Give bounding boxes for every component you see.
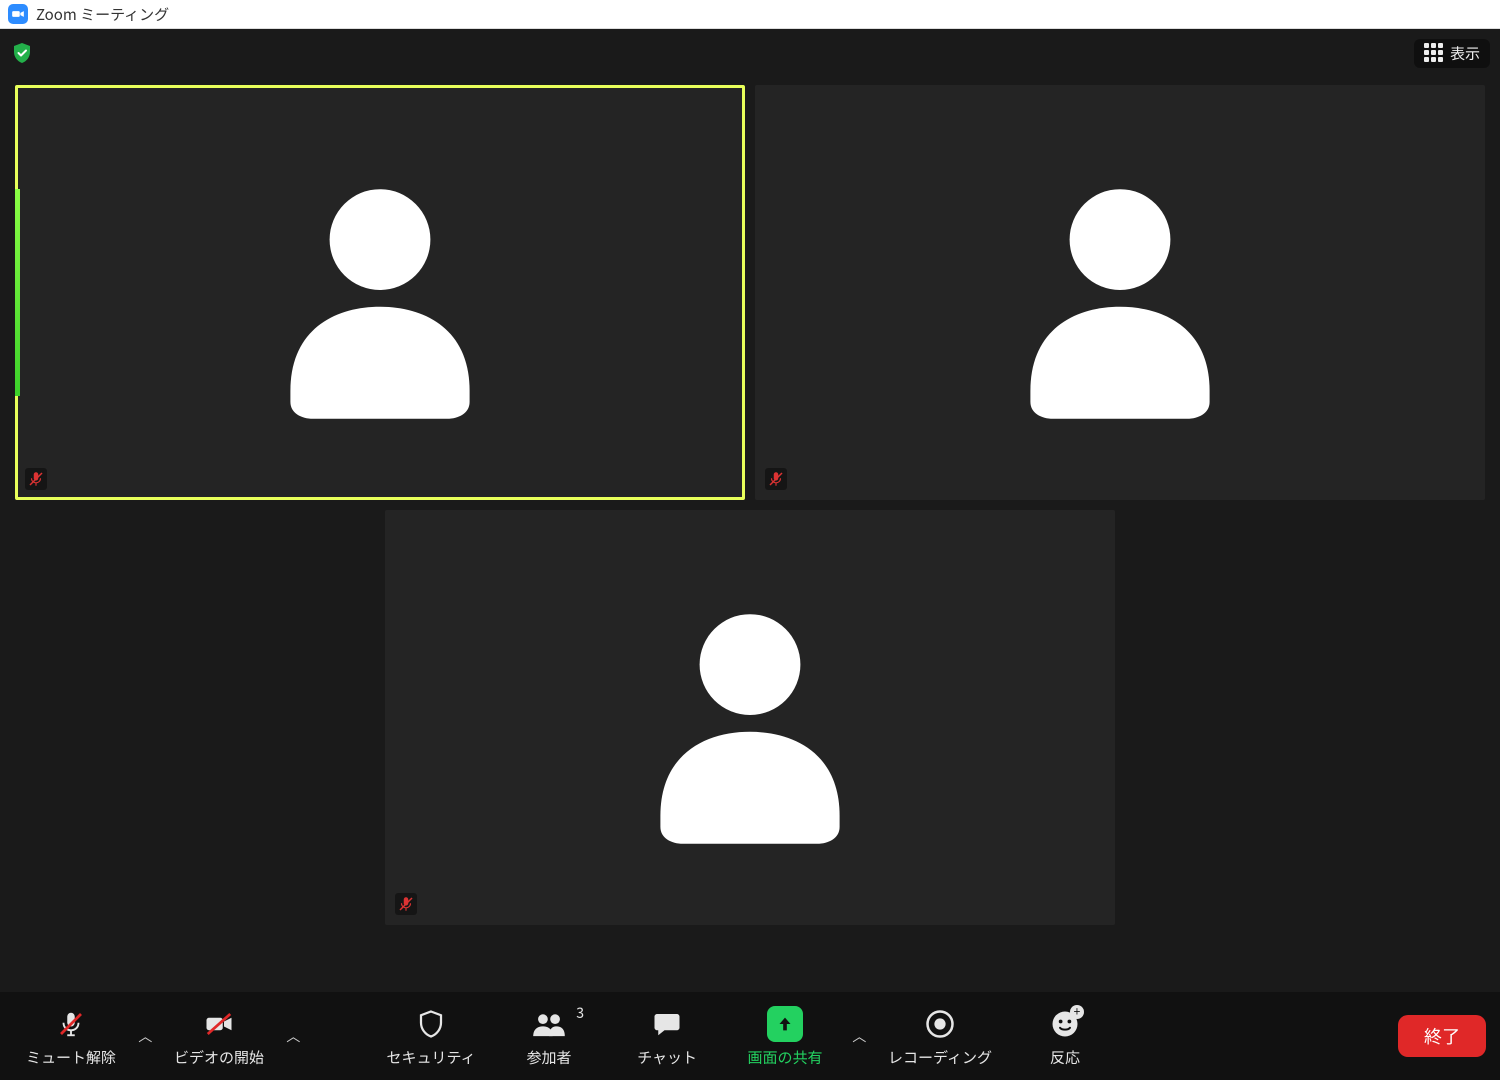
- avatar-icon: [610, 575, 890, 860]
- meeting-toolbar: ミュート解除 〈 ビデオの開始 〈 セキュリティ: [0, 992, 1500, 1080]
- view-label: 表示: [1450, 43, 1480, 64]
- chat-label: チャット: [637, 1047, 697, 1068]
- avatar-icon: [980, 150, 1260, 435]
- mic-muted-icon: [56, 1007, 86, 1041]
- chat-button[interactable]: チャット: [610, 1001, 724, 1072]
- video-off-icon: [202, 1007, 236, 1041]
- view-button[interactable]: 表示: [1414, 39, 1490, 68]
- window-title: Zoom ミーティング: [36, 4, 169, 25]
- share-label: 画面の共有: [748, 1047, 823, 1068]
- record-label: レコーディング: [888, 1047, 992, 1068]
- video-label: ビデオの開始: [174, 1047, 264, 1068]
- avatar-icon: [240, 150, 520, 435]
- security-label: セキュリティ: [386, 1047, 475, 1068]
- smile-icon: +: [1050, 1007, 1080, 1041]
- chat-icon: [651, 1007, 683, 1041]
- mic-muted-icon: [765, 468, 787, 490]
- meeting-area: 表示: [0, 29, 1500, 1080]
- unmute-button[interactable]: ミュート解除: [14, 1001, 128, 1072]
- start-video-button[interactable]: ビデオの開始: [162, 1001, 276, 1072]
- video-options-chevron[interactable]: 〈: [277, 1023, 309, 1049]
- participants-button[interactable]: 3 参加者: [492, 1001, 606, 1072]
- mic-muted-icon: [25, 468, 47, 490]
- security-button[interactable]: セキュリティ: [374, 1001, 488, 1072]
- encryption-shield-icon[interactable]: [10, 41, 34, 65]
- record-button[interactable]: レコーディング: [876, 1001, 1004, 1072]
- participant-tile[interactable]: [15, 85, 745, 500]
- people-icon: [532, 1007, 566, 1041]
- participant-tile[interactable]: [385, 510, 1115, 925]
- share-options-chevron[interactable]: 〈: [843, 1023, 875, 1049]
- meeting-header: 表示: [0, 29, 1500, 77]
- participant-tile[interactable]: [755, 85, 1485, 500]
- participant-count: 3: [576, 1003, 584, 1023]
- mic-muted-icon: [395, 893, 417, 915]
- participants-label: 参加者: [527, 1047, 572, 1068]
- share-screen-button[interactable]: 画面の共有: [728, 1001, 842, 1072]
- video-gallery: [0, 77, 1500, 992]
- shield-icon: [416, 1007, 446, 1041]
- reactions-label: 反応: [1050, 1047, 1080, 1068]
- audio-options-chevron[interactable]: 〈: [129, 1023, 161, 1049]
- reactions-button[interactable]: + 反応: [1008, 1001, 1122, 1072]
- plus-badge-icon: +: [1070, 1005, 1084, 1019]
- record-icon: [925, 1007, 955, 1041]
- unmute-label: ミュート解除: [26, 1047, 116, 1068]
- end-label: 終了: [1424, 1023, 1460, 1049]
- grid-view-icon: [1424, 43, 1444, 63]
- window-titlebar: Zoom ミーティング: [0, 0, 1500, 29]
- end-meeting-button[interactable]: 終了: [1398, 1015, 1486, 1057]
- share-screen-icon: [767, 1007, 803, 1041]
- zoom-window: Zoom ミーティング 表示: [0, 0, 1500, 1080]
- zoom-app-icon: [8, 4, 28, 24]
